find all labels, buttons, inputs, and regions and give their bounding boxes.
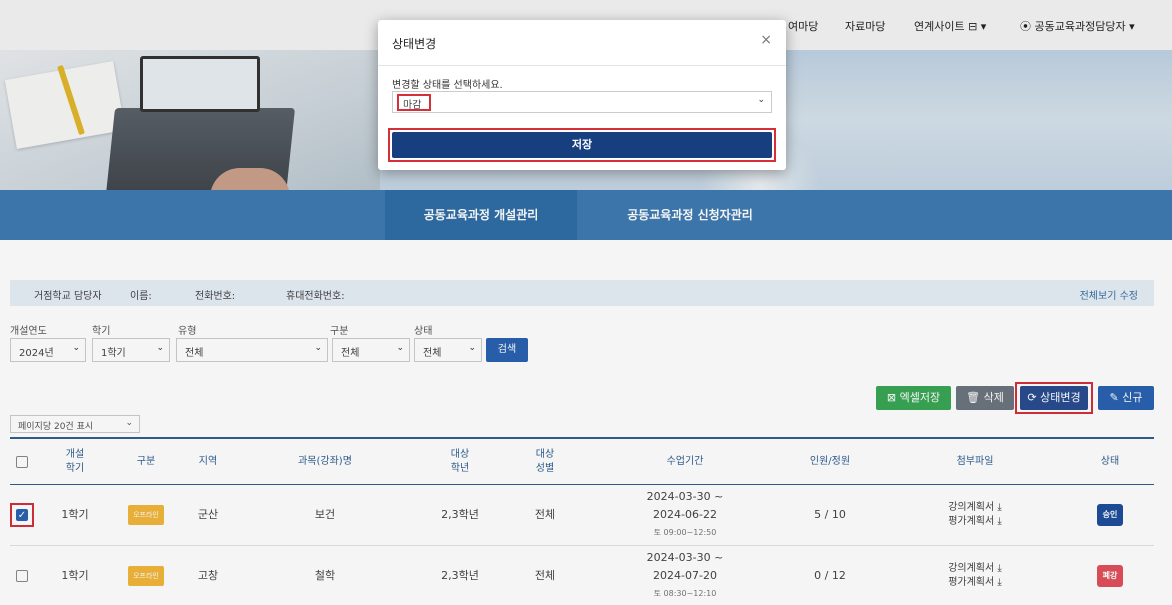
status-change-modal: 상태변경 × 변경할 상태를 선택하세요. 마감 ⌄ 저장 bbox=[378, 20, 786, 170]
modal-title: 상태변경 bbox=[392, 37, 437, 51]
status-select-dropdown[interactable]: 마감 ⌄ bbox=[392, 91, 772, 113]
close-icon[interactable]: × bbox=[760, 32, 772, 48]
save-button-highlight bbox=[388, 128, 776, 162]
modal-select-label: 변경할 상태를 선택하세요. bbox=[392, 80, 503, 91]
chevron-down-icon: ⌄ bbox=[757, 95, 765, 105]
selected-value-highlight bbox=[397, 94, 431, 111]
modal-header: 상태변경 × bbox=[378, 20, 786, 66]
